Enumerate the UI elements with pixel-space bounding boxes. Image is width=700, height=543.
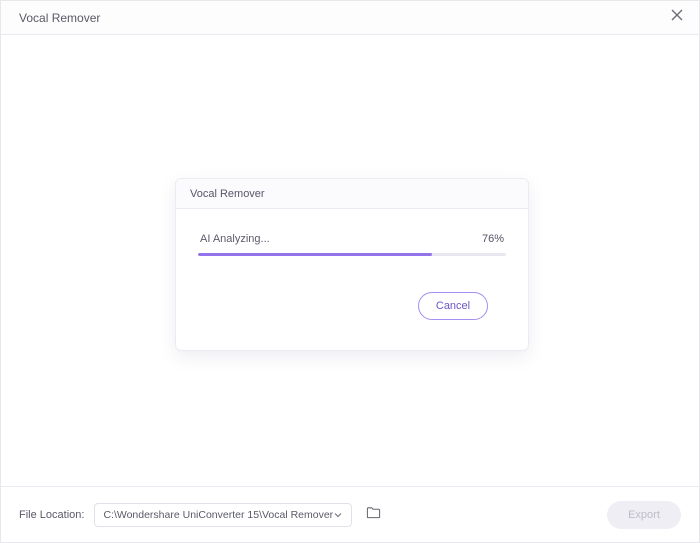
open-folder-button[interactable] (362, 504, 384, 526)
dialog-body: AI Analyzing... 76% Cancel (176, 209, 528, 350)
dialog-header: Vocal Remover (176, 179, 528, 209)
cancel-button[interactable]: Cancel (418, 292, 488, 320)
file-location-path: C:\Wondershare UniConverter 15\Vocal Rem… (103, 509, 333, 521)
progress-percent: 76% (482, 233, 504, 245)
dialog-footer: Cancel (198, 256, 506, 336)
folder-icon (366, 505, 381, 525)
close-button[interactable] (665, 6, 689, 30)
export-button[interactable]: Export (607, 501, 681, 529)
main-content: Vocal Remover AI Analyzing... 76% Cancel (1, 35, 699, 486)
chevron-down-icon (333, 510, 343, 520)
app-window: Vocal Remover Vocal Remover AI Analyzing… (0, 0, 700, 543)
window-title: Vocal Remover (19, 11, 100, 25)
file-location-select[interactable]: C:\Wondershare UniConverter 15\Vocal Rem… (94, 503, 352, 527)
titlebar: Vocal Remover (1, 1, 699, 35)
footer-bar: File Location: C:\Wondershare UniConvert… (1, 486, 699, 542)
close-icon (670, 8, 684, 27)
status-text: AI Analyzing... (200, 233, 270, 245)
status-row: AI Analyzing... 76% (198, 233, 506, 245)
progress-dialog: Vocal Remover AI Analyzing... 76% Cancel (175, 178, 529, 351)
dialog-title: Vocal Remover (190, 188, 265, 200)
file-location-label: File Location: (19, 509, 84, 521)
